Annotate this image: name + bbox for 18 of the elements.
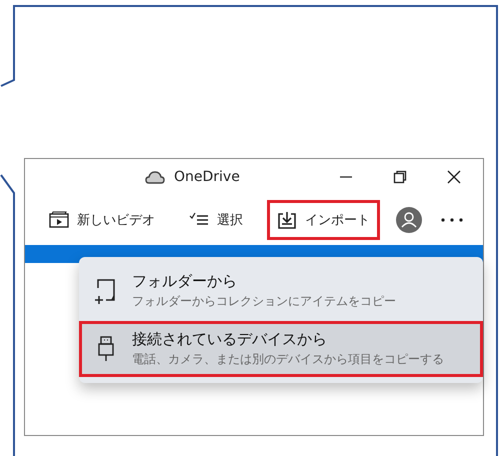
video-icon xyxy=(49,211,69,229)
close-icon[interactable] xyxy=(447,170,461,184)
menu-item-description: 電話、カメラ、または別のデバイスから項目をコピーする xyxy=(132,351,444,368)
menu-item-title: フォルダーから xyxy=(132,272,238,291)
restore-icon[interactable] xyxy=(393,170,407,184)
menu-item[interactable]: フォルダーから フォルダーからコレクションにアイテムをコピー xyxy=(79,263,483,319)
more-icon[interactable] xyxy=(441,218,463,222)
window-title: OneDrive xyxy=(174,169,240,185)
import-icon xyxy=(277,211,297,229)
cloud-icon xyxy=(145,170,165,184)
import-button[interactable]: インポート xyxy=(267,200,380,240)
menu-item-description: フォルダーからコレクションにアイテムをコピー xyxy=(132,293,396,310)
add-folder-icon xyxy=(94,278,118,304)
avatar-icon[interactable] xyxy=(396,207,422,233)
menu-item-title: 接続されているデバイスから xyxy=(132,330,328,349)
video-button[interactable]: 新しいビデオ xyxy=(39,200,165,240)
menu-item[interactable]: 接続されているデバイスから 電話、カメラ、または別のデバイスから項目をコピーする xyxy=(79,321,483,377)
select-button[interactable]: 選択 xyxy=(179,200,253,240)
